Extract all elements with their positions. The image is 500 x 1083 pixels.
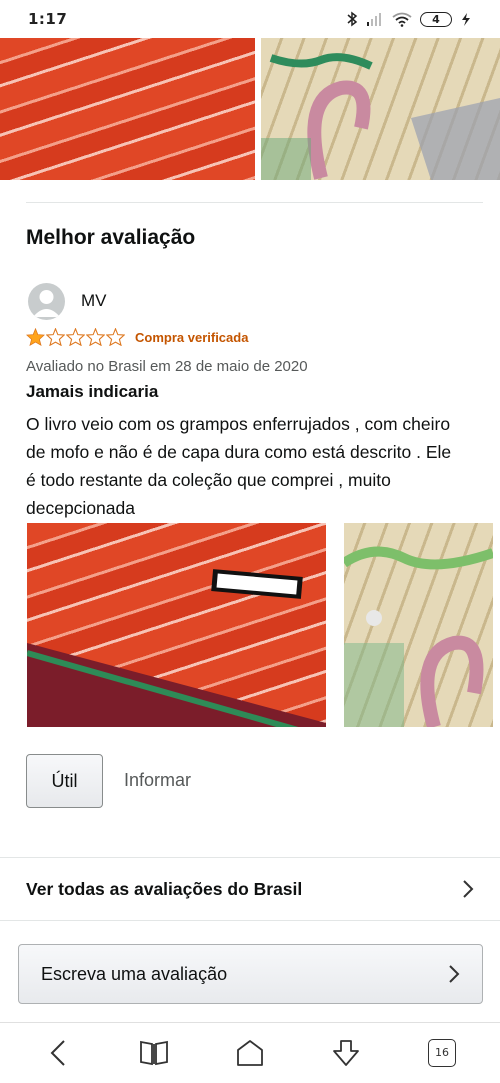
review-date: Avaliado no Brasil em 28 de maio de 2020	[26, 358, 308, 375]
star-filled-icon	[26, 328, 45, 346]
review-headline: Jamais indicaria	[26, 382, 159, 401]
star-empty-icon	[106, 328, 125, 346]
bookmarks-button[interactable]	[124, 1023, 184, 1083]
back-icon	[50, 1039, 65, 1066]
tabs-button[interactable]: 16	[412, 1023, 472, 1083]
home-icon	[237, 1039, 263, 1066]
tabs-icon: 16	[428, 1038, 456, 1067]
bluetooth-icon	[347, 11, 358, 27]
star-empty-icon	[66, 328, 85, 346]
download-icon	[333, 1039, 359, 1066]
write-review-button[interactable]: Escreva uma avaliação	[18, 944, 483, 1004]
helpful-button[interactable]: Útil	[26, 754, 103, 808]
star-empty-icon	[46, 328, 65, 346]
wifi-icon	[392, 12, 412, 27]
user-avatar-icon	[33, 290, 60, 317]
write-review-label: Escreva uma avaliação	[41, 963, 228, 984]
review-body: O livro veio com os grampos enferrujados…	[26, 414, 452, 518]
verified-purchase-badge: Compra verificada	[135, 330, 249, 345]
status-icons: 4	[346, 11, 472, 27]
battery-level: 4	[432, 12, 440, 26]
signal-icon	[367, 13, 381, 26]
review-photo-books-top[interactable]	[0, 38, 255, 180]
section-title: Melhor avaliação	[26, 226, 196, 249]
home-button[interactable]	[220, 1023, 280, 1083]
art-photo-detail	[344, 546, 493, 727]
tab-count: 16	[435, 1046, 449, 1059]
art-illustration	[261, 53, 500, 180]
section-divider	[26, 202, 483, 203]
review-photo-books[interactable]	[27, 523, 326, 727]
download-button[interactable]	[316, 1023, 376, 1083]
star-rating	[26, 328, 125, 346]
see-all-reviews-label: Ver todas as avaliações do Brasil	[26, 878, 303, 899]
status-bar: 1:17 4	[0, 0, 500, 38]
status-time: 1:17	[28, 10, 68, 28]
see-all-reviews-link[interactable]: Ver todas as avaliações do Brasil	[0, 857, 500, 921]
battery-icon: 4	[420, 11, 452, 27]
books-photo-detail	[27, 569, 326, 727]
back-button[interactable]	[28, 1023, 88, 1083]
star-empty-icon	[86, 328, 105, 346]
browser-bottom-nav: 16	[0, 1022, 500, 1082]
chevron-right-icon	[449, 965, 460, 983]
avatar	[28, 283, 65, 320]
review-photo-art-top[interactable]	[261, 38, 500, 180]
chevron-right-icon	[463, 880, 474, 898]
bookmarks-icon	[140, 1040, 168, 1065]
previous-review-images	[0, 38, 500, 180]
review-photo-art[interactable]	[344, 523, 493, 727]
charging-icon	[462, 12, 470, 26]
report-link[interactable]: Informar	[124, 770, 191, 791]
reviewer-name[interactable]: MV	[81, 291, 107, 311]
